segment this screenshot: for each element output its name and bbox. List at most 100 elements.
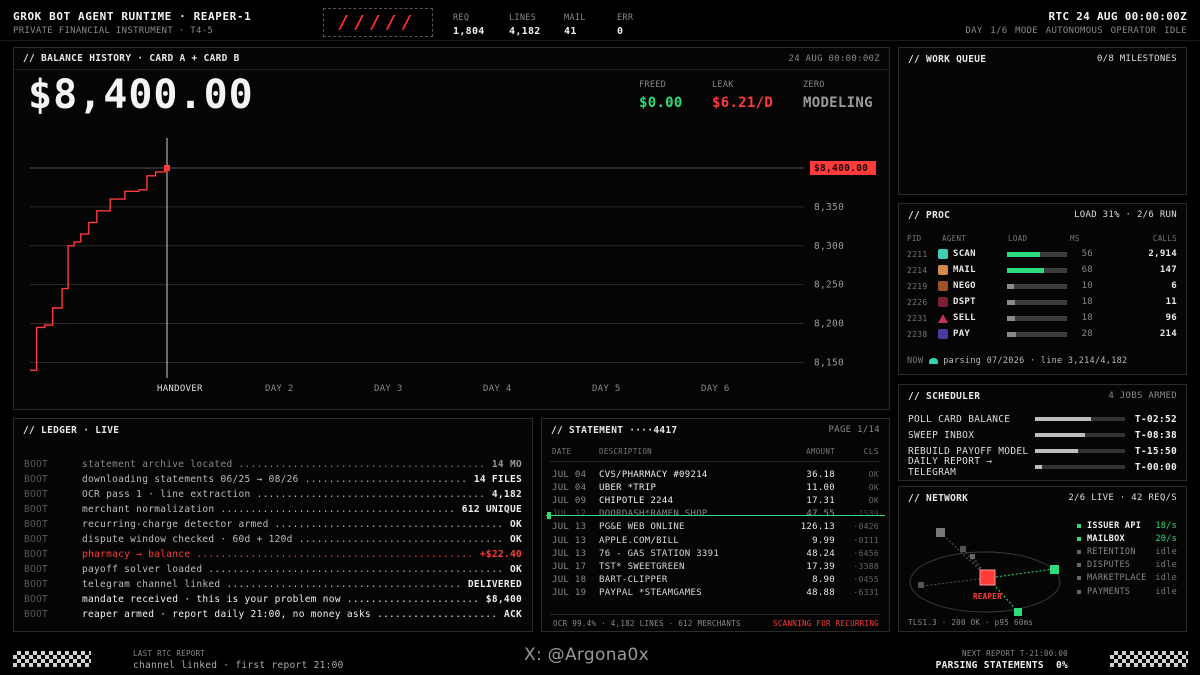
ledger-row: BOOT pharmacy → balance .................… xyxy=(24,549,522,560)
network-node xyxy=(970,554,975,559)
scan-cursor-marker xyxy=(547,512,551,519)
header-divider xyxy=(0,40,1200,41)
scheduler-panel: // SCHEDULER 4 JOBS ARMED POLL CARD BALAN… xyxy=(898,384,1187,481)
ledger-row: BOOT dispute window checked · 60d + 120d … xyxy=(24,534,522,545)
endpoint-row[interactable]: ISSUER API 18/s xyxy=(1077,519,1177,532)
x-tick-label: DAY 2 xyxy=(265,384,294,394)
scheduler-title: // SCHEDULER xyxy=(908,390,981,402)
y-tick-label: 8,250 xyxy=(814,280,844,291)
proc-row-dspt[interactable]: 2226 DSPT 18 11 xyxy=(907,294,1177,310)
load-bar xyxy=(1007,267,1067,273)
stat-mail: MAIL 41 xyxy=(564,13,586,37)
job-progress xyxy=(1035,417,1125,421)
network-node xyxy=(936,528,945,537)
proc-panel: // PROC LOAD 31% · 2/6 RUN PID AGENT LOAD MS… xyxy=(898,203,1187,375)
proc-row-pay[interactable]: 2238 PAY 28 214 xyxy=(907,326,1177,342)
next-report-text: PARSING STATEMENTS 0% xyxy=(935,660,1068,671)
logo-mark: ///// xyxy=(323,8,433,37)
x-tick-label: DAY 4 xyxy=(483,384,512,394)
proc-header-row: PID AGENT LOAD MS CALLS xyxy=(907,233,1177,243)
scan-cursor xyxy=(546,515,885,516)
agent-icon xyxy=(938,329,948,339)
last-report-label: LAST RTC REPORT xyxy=(133,649,206,658)
stat-lines: LINES 4,182 xyxy=(509,13,541,37)
endpoint-row[interactable]: RETENTION idle xyxy=(1077,545,1177,558)
rtc-clock: RTC 24 AUG 00:00:00Z xyxy=(1048,10,1187,23)
network-node xyxy=(1050,565,1059,574)
work-queue-title: // WORK QUEUE xyxy=(908,53,987,65)
network-live: 2/6 LIVE · 42 REQ/S xyxy=(1068,493,1177,503)
proc-title: // PROC xyxy=(908,209,951,221)
ledger-row: BOOT OCR pass 1 · line extraction .......… xyxy=(24,489,522,500)
x-tick-label: DAY 6 xyxy=(701,384,730,394)
ledger-row: BOOT telegram channel linked ............… xyxy=(24,579,522,590)
next-report-label: NEXT REPORT T-21:00:00 xyxy=(962,649,1068,658)
endpoint-row[interactable]: MAILBOX 20/s xyxy=(1077,532,1177,545)
proc-row-sell[interactable]: 2231 SELL 18 96 xyxy=(907,310,1177,326)
balance-amount: $8,400.00 xyxy=(28,72,254,118)
statement-header-row: DATE DESCRIPTION AMOUNT CLS xyxy=(552,447,879,456)
stat-req: REQ 1,804 xyxy=(453,13,485,37)
statement-page: PAGE 1/14 xyxy=(828,425,880,435)
scheduled-job[interactable]: SWEEP INBOX T-08:38 xyxy=(908,427,1177,443)
ledger-row: BOOT statement archive located ..........… xyxy=(24,459,522,470)
status-dot-icon xyxy=(1077,589,1081,594)
job-progress xyxy=(1035,433,1125,437)
watermark: X: @Argona0x xyxy=(524,645,649,665)
statement-row[interactable]: JUL 17 TST* SWEETGREEN 17.39·3388 xyxy=(552,562,879,575)
statement-row[interactable]: JUL 13 PG&E WEB ONLINE 126.13·0426 xyxy=(552,522,879,535)
proc-row-scan[interactable]: 2211 SCAN 56 2,914 xyxy=(907,246,1177,262)
cloud-icon xyxy=(929,358,939,364)
balance-panel-header: // BALANCE HISTORY · CARD A + CARD B 24 … xyxy=(14,48,889,70)
endpoint-row[interactable]: MARKETPLACE idle xyxy=(1077,572,1177,585)
job-progress xyxy=(1035,465,1125,469)
ledger-row: BOOT recurring-charge detector armed ....… xyxy=(24,519,522,530)
statement-header-divider xyxy=(550,461,881,462)
y-tick-label: 8,300 xyxy=(814,241,844,252)
agent-icon xyxy=(938,281,948,291)
ocr-summary: OCR 99.4% · 4,182 LINES · 612 MERCHANTS xyxy=(553,619,741,628)
scheduled-job[interactable]: POLL CARD BALANCE T-02:52 xyxy=(908,411,1177,427)
network-status: TLS1.3 · 200 OK · p95 60ms xyxy=(908,618,1033,627)
x-tick-label: DAY 5 xyxy=(592,384,621,394)
statement-row[interactable]: JUL 18 BART-CLIPPER 8.90·0455 xyxy=(552,575,879,588)
statement-row[interactable]: JUL 13 APPLE.COM/BILL 9.99·0111 xyxy=(552,536,879,549)
statement-title: // STATEMENT ····4417 xyxy=(551,424,678,436)
statement-row[interactable]: JUL 04 CVS/PHARMACY #09214 36.18 OK xyxy=(552,470,879,483)
network-node xyxy=(1014,608,1022,616)
ledger-row: BOOT reaper armed · report daily 21:00, n… xyxy=(24,609,522,620)
leak-stat: LEAK $6.21/D xyxy=(712,80,774,111)
current-point xyxy=(164,165,170,171)
y-tick-label: 8,350 xyxy=(814,202,844,213)
ledger-row: BOOT payoff solver loaded ...............… xyxy=(24,564,522,575)
load-bar xyxy=(1007,299,1067,305)
load-bar xyxy=(1007,315,1067,321)
last-report-text: channel linked · first report 21:00 xyxy=(133,660,344,671)
statement-row[interactable]: JUL 09 CHIPOTLE 2244 17.31 OK xyxy=(552,496,879,509)
app-title: GROK BOT AGENT RUNTIME · REAPER-1 xyxy=(13,10,252,23)
status-dot-icon xyxy=(1077,523,1081,528)
balance-panel-title: // BALANCE HISTORY · CARD A + CARD B xyxy=(23,53,240,64)
agent-icon xyxy=(938,313,948,323)
proc-row-nego[interactable]: 2219 NEGO 10 6 xyxy=(907,278,1177,294)
zero-stat: ZERO MODELING xyxy=(803,80,873,111)
work-queue-panel: // WORK QUEUE 0/8 MILESTONES xyxy=(898,47,1187,195)
milestones-count: 0/8 MILESTONES xyxy=(1096,54,1177,64)
ledger-row: BOOT merchant normalization .............… xyxy=(24,504,522,515)
jobs-armed: 4 JOBS ARMED xyxy=(1108,391,1177,401)
endpoint-row[interactable]: PAYMENTS idle xyxy=(1077,585,1177,598)
scheduled-job[interactable]: DAILY REPORT → TELEGRAM T-00:00 xyxy=(908,456,1177,478)
endpoint-row[interactable]: DISPUTES idle xyxy=(1077,559,1177,572)
agent-icon xyxy=(938,297,948,307)
proc-row-mail[interactable]: 2214 MAIL 68 147 xyxy=(907,262,1177,278)
load-bar xyxy=(1007,251,1067,257)
statement-row[interactable]: JUL 13 76 - GAS STATION 3391 48.24·6456 xyxy=(552,549,879,562)
proc-now-line: NOW parsing 07/2026 · line 3,214/4,182 xyxy=(907,356,1128,366)
statement-row[interactable]: JUL 19 PAYPAL *STEAMGAMES 48.88·6331 xyxy=(552,588,879,601)
statement-row[interactable]: JUL 04 UBER *TRIP 11.00 OK xyxy=(552,483,879,496)
runtime-mode: DAY 1/6 MODE AUTONOMOUS OPERATOR IDLE xyxy=(965,26,1187,36)
footer-pattern-left xyxy=(13,651,91,667)
y-tick-label: 8,150 xyxy=(814,357,844,368)
job-progress xyxy=(1035,449,1125,453)
network-graph: REAPER TLS1.3 · 200 OK · p95 60ms xyxy=(908,528,1061,627)
